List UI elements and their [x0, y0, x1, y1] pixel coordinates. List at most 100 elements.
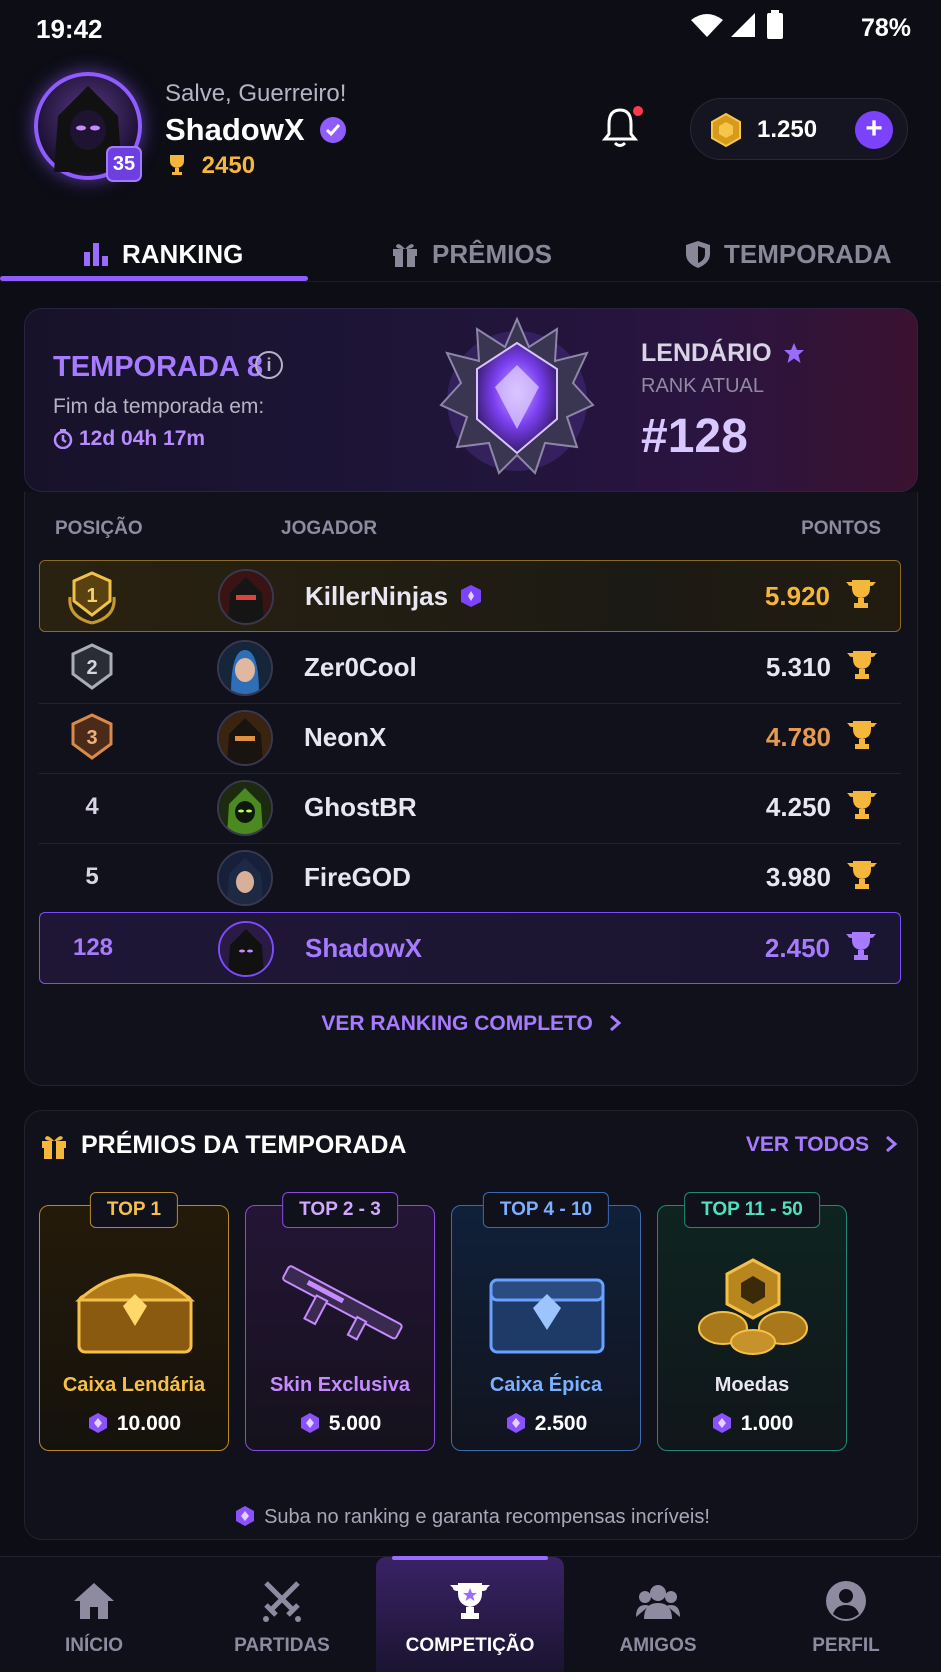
- tab-ranking-label: RANKING: [122, 238, 244, 269]
- gem-currency-icon: [300, 1413, 319, 1433]
- table-row-3[interactable]: 3 NeonX 4.780: [39, 702, 901, 774]
- rank-tier: LENDÁRIO: [641, 339, 805, 368]
- prize-value: 10.000: [40, 1412, 228, 1436]
- prize-card-top11-50[interactable]: TOP 11 - 50 Moedas 1.000: [657, 1192, 847, 1451]
- shield-icon: [686, 241, 710, 268]
- player-name: ShadowX: [305, 933, 423, 963]
- gem-currency-icon: [88, 1413, 107, 1433]
- tabs-divider: [0, 281, 941, 282]
- player-avatar: [217, 640, 273, 696]
- view-all-prizes-link[interactable]: VER TODOS: [746, 1133, 899, 1157]
- table-row-current-user[interactable]: 128 ShadowX 2.450: [39, 912, 901, 984]
- nav-perfil[interactable]: PERFIL: [752, 1557, 940, 1672]
- status-time: 19:42: [36, 14, 103, 44]
- tab-premios-label: PRÊMIOS: [432, 238, 552, 269]
- prize-tier-badge: TOP 2 - 3: [282, 1192, 398, 1228]
- player-position: 128: [72, 934, 114, 961]
- battery-percentage: 78%: [860, 14, 911, 42]
- coins-pile-icon: [698, 1258, 808, 1355]
- gold-medal-icon: 1: [68, 571, 116, 625]
- nav-amigos-label: AMIGOS: [619, 1635, 697, 1656]
- tab-ranking[interactable]: RANKING: [82, 226, 243, 282]
- tab-premios[interactable]: PRÊMIOS: [390, 226, 552, 282]
- table-row-5[interactable]: 5 FireGOD 3.980: [39, 842, 901, 914]
- nav-inicio[interactable]: INÍCIO: [0, 1557, 188, 1672]
- nav-competicao[interactable]: COMPETIÇÃO: [376, 1557, 564, 1672]
- trophy-icon: [170, 155, 184, 175]
- username-text: ShadowX: [165, 112, 305, 147]
- player-points: 4.250: [765, 792, 831, 822]
- player-name: FireGOD: [304, 862, 411, 892]
- coin-value: 1.250: [757, 116, 818, 143]
- player-points: 4.780: [765, 722, 831, 752]
- prize-tier-badge: TOP 4 - 10: [482, 1192, 610, 1228]
- timer-icon: [53, 429, 73, 449]
- epic-chest-icon: [489, 1278, 605, 1354]
- hooded-warrior-icon: [220, 923, 272, 975]
- tab-temporada[interactable]: TEMPORADA: [684, 226, 892, 282]
- greeting-text: Salve, Guerreiro!: [165, 80, 347, 107]
- prizes-footnote-text: Suba no ranking e garanta recompensas in…: [264, 1506, 710, 1528]
- season-info-button[interactable]: i: [255, 351, 283, 379]
- prizes-title: PRÉMIOS DA TEMPORADA: [81, 1131, 407, 1159]
- prize-value-text: 5.000: [328, 1412, 382, 1435]
- prize-value-text: 1.000: [740, 1412, 794, 1435]
- signal-icon: [731, 13, 755, 37]
- prize-tier-badge: TOP 11 - 50: [684, 1192, 820, 1228]
- table-row-2[interactable]: 2 Zer0Cool 5.310: [39, 632, 901, 704]
- prize-value: 2.500: [452, 1412, 640, 1436]
- legendary-chest-icon: [75, 1273, 195, 1354]
- table-row-1[interactable]: 1 KillerNinjas 5.920: [39, 560, 901, 632]
- medal-number: 3: [86, 727, 97, 749]
- player-position: 5: [85, 863, 99, 890]
- prize-card-top1[interactable]: TOP 1 Caixa Lendária 10.000: [39, 1192, 229, 1451]
- player-avatar: [217, 780, 273, 836]
- player-name: NeonX: [304, 722, 387, 752]
- current-rank: #128: [641, 410, 748, 463]
- nav-competicao-label: COMPETIÇÃO: [405, 1635, 535, 1656]
- silver-medal-icon: 2: [71, 643, 113, 690]
- verified-icon: [320, 117, 347, 143]
- ninja-avatar-icon: [220, 571, 272, 623]
- notification-dot: [633, 106, 643, 116]
- battery-icon: [767, 10, 783, 39]
- prize-value: 1.000: [658, 1412, 846, 1436]
- nav-partidas-label: PARTIDAS: [234, 1635, 330, 1656]
- add-coins-button[interactable]: +: [855, 111, 893, 149]
- prize-value: 5.000: [246, 1412, 434, 1436]
- coin-balance[interactable]: 1.250 +: [690, 98, 908, 160]
- star-badge-icon: [783, 343, 804, 363]
- ghost-avatar-icon: [219, 782, 271, 834]
- hooded-girl-avatar-icon: [219, 852, 271, 904]
- player-name: Zer0Cool: [304, 652, 417, 682]
- column-header-points: PONTOS: [801, 518, 881, 539]
- hacker-avatar-icon: [219, 642, 271, 694]
- view-full-ranking-label: VER RANKING COMPLETO: [321, 1012, 593, 1035]
- view-full-ranking-link[interactable]: VER RANKING COMPLETO: [25, 1012, 919, 1036]
- player-name-text: KillerNinjas: [305, 581, 449, 611]
- gift-icon: [42, 1136, 66, 1159]
- trophy-icon: [847, 791, 877, 819]
- gem-currency-icon: [506, 1413, 525, 1433]
- table-row-4[interactable]: 4 GhostBR 4.250: [39, 772, 901, 844]
- prize-card-top2-3[interactable]: TOP 2 - 3 Skin Exclusiva 5.000: [245, 1192, 435, 1451]
- rank-tier-label: LENDÁRIO: [641, 339, 772, 367]
- masked-avatar-icon: [219, 712, 271, 764]
- prize-card-top4-10[interactable]: TOP 4 - 10 Caixa Épica 2.500: [451, 1192, 641, 1451]
- status-bar: 19:42 78%: [0, 0, 941, 54]
- nav-partidas[interactable]: PARTIDAS: [188, 1557, 376, 1672]
- nav-amigos[interactable]: AMIGOS: [564, 1557, 752, 1672]
- trophy-icon: [847, 861, 877, 889]
- view-all-label: VER TODOS: [745, 1133, 870, 1156]
- username: ShadowX: [165, 112, 347, 148]
- chevron-right-icon: [886, 1135, 898, 1153]
- prize-value-text: 10.000: [116, 1412, 182, 1435]
- ranking-table: POSIÇÃO JOGADOR PONTOS 1 KillerNinjas 5.…: [24, 492, 918, 1086]
- prizes-footnote: Suba no ranking e garanta recompensas in…: [25, 1505, 919, 1529]
- nav-active-indicator: [392, 1556, 548, 1560]
- bottom-navigation: INÍCIO PARTIDAS COMPETIÇÃO AMIGOS PERFIL: [0, 1556, 941, 1672]
- trophy-icon: [847, 721, 877, 749]
- exclusive-rifle-skin-icon: [282, 1265, 403, 1341]
- player-points: 2.450: [764, 933, 830, 963]
- medal-number: 2: [86, 657, 97, 679]
